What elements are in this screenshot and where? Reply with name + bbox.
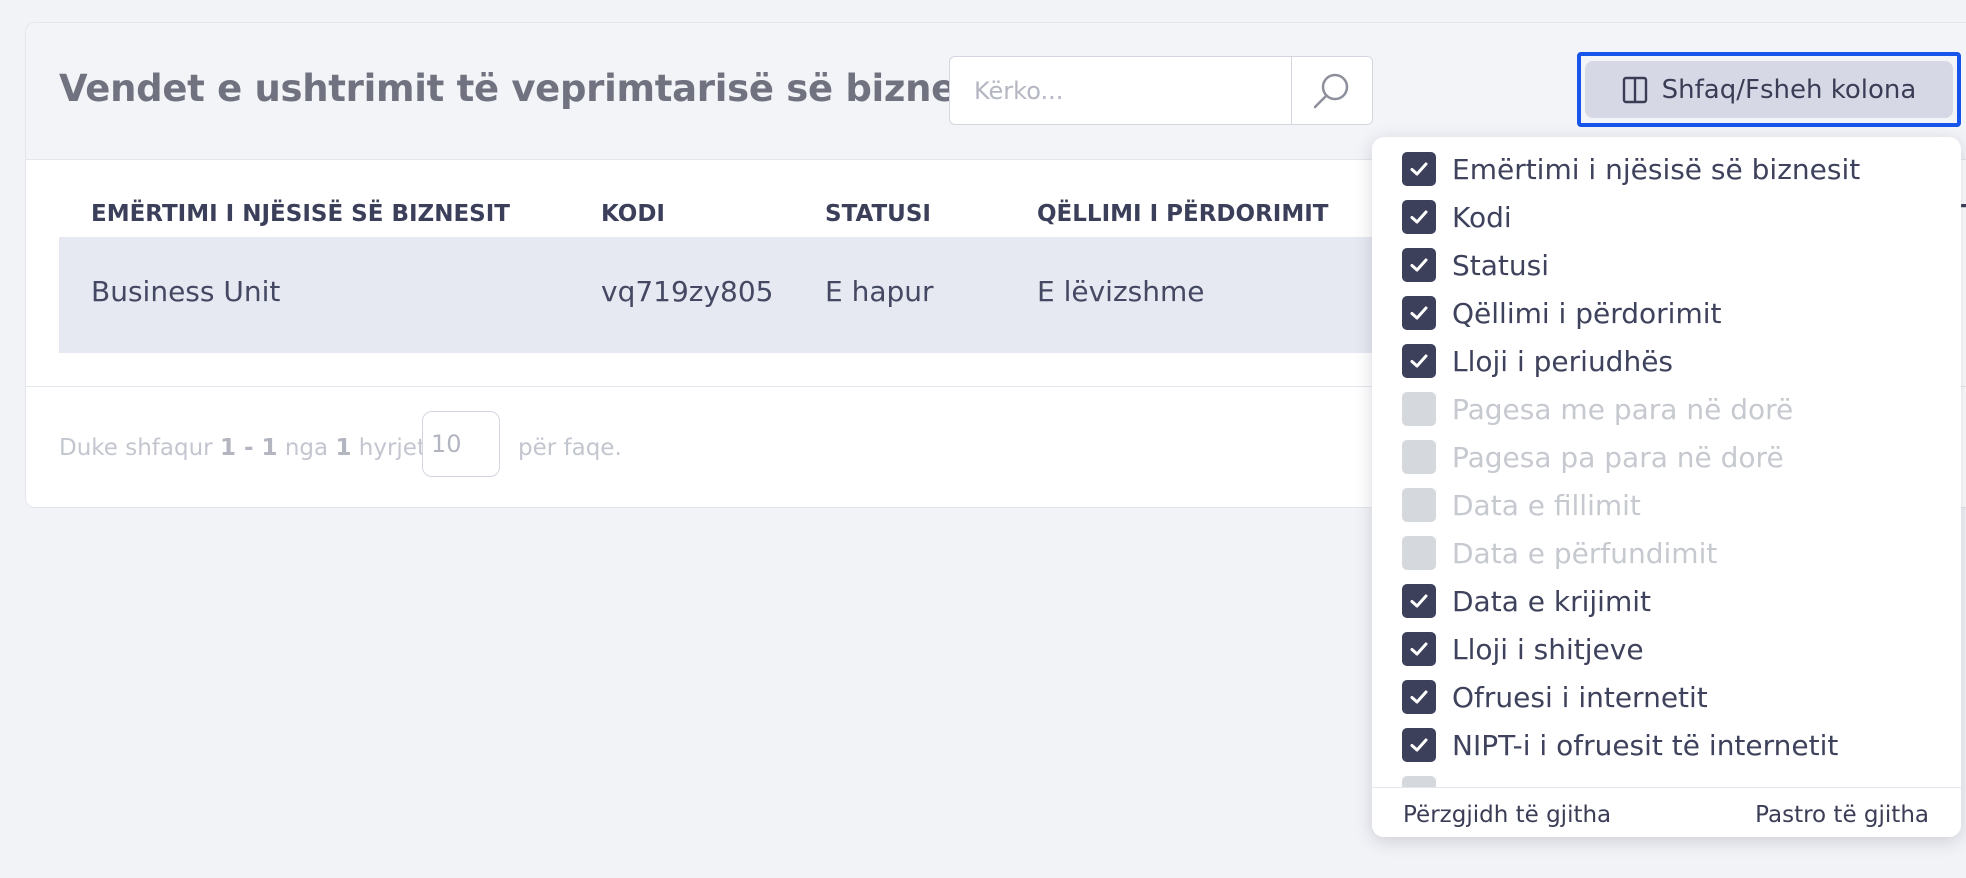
column-option-label: Emërtimi i njësisë së biznesit	[1452, 152, 1861, 186]
column-toggle-label: Shfaq/Fsheh kolona	[1661, 74, 1917, 105]
column-checkbox[interactable]	[1402, 440, 1436, 474]
column-option[interactable]: Lloji i periudhës	[1402, 337, 1673, 385]
column-checkbox[interactable]	[1402, 584, 1436, 618]
column-menu-footer: Përzgjidh të gjitha Pastro të gjitha	[1372, 787, 1961, 837]
columns-icon	[1622, 76, 1647, 103]
column-option-label: Data e krijimit	[1452, 584, 1651, 618]
search-box	[949, 56, 1373, 125]
column-toggle-button[interactable]: Shfaq/Fsheh kolona	[1585, 61, 1953, 118]
column-option-label: Ofruesi i internetit	[1452, 680, 1708, 714]
check-icon	[1410, 258, 1428, 272]
select-all-button[interactable]: Përzgjidh të gjitha	[1403, 802, 1611, 828]
check-icon	[1410, 354, 1428, 368]
column-checkbox[interactable]	[1402, 248, 1436, 282]
column-option[interactable]: Statusi	[1402, 241, 1549, 289]
column-toggle-focus-outline: Shfaq/Fsheh kolona	[1577, 52, 1961, 127]
search-input[interactable]	[950, 57, 1290, 124]
clear-all-button[interactable]: Pastro të gjitha	[1755, 802, 1929, 828]
column-checkbox[interactable]	[1402, 536, 1436, 570]
column-option-label: Lloji i shitjeve	[1452, 632, 1644, 666]
check-icon	[1410, 738, 1428, 752]
pagination-summary: Duke shfaqur 1 - 1 nga 1 hyrjet	[59, 435, 426, 461]
column-option-label: Lloji i periudhës	[1452, 344, 1674, 378]
column-list[interactable]: Emërtimi i njësisë së biznesit Kodi Status…	[1372, 137, 1961, 787]
column-checkbox[interactable]	[1402, 632, 1436, 666]
column-option-label: Statusi	[1452, 248, 1550, 282]
column-option[interactable]: Qëllimi i përdorimit	[1402, 289, 1722, 337]
cell-status: E hapur	[825, 275, 934, 308]
column-header-name[interactable]: EMËRTIMI I NJËSISË SË BIZNESIT	[91, 201, 510, 227]
column-option[interactable]: Data e përfundimit	[1402, 529, 1717, 577]
cell-name: Business Unit	[91, 275, 281, 308]
column-option[interactable]: Pagesa me para në dorë	[1402, 385, 1793, 433]
column-option[interactable]: Lloji i shitjeve	[1402, 625, 1644, 673]
check-icon	[1410, 594, 1428, 608]
column-option-label: Qëllimi i përdorimit	[1452, 296, 1722, 330]
column-header-purpose[interactable]: QËLLIMI I PËRDORIMIT	[1037, 201, 1328, 227]
column-option[interactable]: Data e krijimit	[1402, 577, 1651, 625]
column-option[interactable]: Data e fillimit	[1402, 481, 1641, 529]
column-checkbox[interactable]	[1402, 392, 1436, 426]
column-option-label: Kodi	[1452, 200, 1512, 234]
column-option-label: Data e përfundimit	[1452, 536, 1718, 570]
check-icon	[1410, 642, 1428, 656]
per-page-label: për faqe.	[518, 435, 622, 461]
column-checkbox[interactable]	[1402, 680, 1436, 714]
column-header-status[interactable]: STATUSI	[825, 201, 931, 227]
search-button[interactable]	[1291, 57, 1372, 124]
column-option[interactable]	[1402, 769, 1452, 787]
check-icon	[1410, 162, 1428, 176]
column-option[interactable]: Ofruesi i internetit	[1402, 673, 1708, 721]
column-checkbox[interactable]	[1402, 776, 1436, 787]
column-option-label: Data e fillimit	[1452, 488, 1641, 522]
cell-code: vq719zy805	[601, 275, 774, 308]
cell-purpose: E lëvizshme	[1037, 275, 1205, 308]
column-checkbox[interactable]	[1402, 728, 1436, 762]
per-page-select[interactable]	[422, 411, 500, 477]
column-checkbox[interactable]	[1402, 152, 1436, 186]
column-checkbox[interactable]	[1402, 296, 1436, 330]
check-icon	[1410, 306, 1428, 320]
check-icon	[1410, 690, 1428, 704]
column-header-code[interactable]: KODI	[601, 201, 665, 227]
column-checkbox[interactable]	[1402, 344, 1436, 378]
column-option-label: Pagesa me para në dorë	[1452, 392, 1794, 426]
column-option[interactable]: Kodi	[1402, 193, 1512, 241]
column-visibility-menu: Emërtimi i njësisë së biznesit Kodi Status…	[1372, 137, 1961, 837]
column-option[interactable]: NIPT-i i ofruesit të internetit	[1402, 721, 1838, 769]
column-option[interactable]: Pagesa pa para në dorë	[1402, 433, 1784, 481]
column-option-label: Pagesa pa para në dorë	[1452, 440, 1784, 474]
column-option-label: NIPT-i i ofruesit të internetit	[1452, 728, 1839, 762]
check-icon	[1410, 210, 1428, 224]
column-checkbox[interactable]	[1402, 488, 1436, 522]
column-checkbox[interactable]	[1402, 200, 1436, 234]
search-icon	[1313, 73, 1349, 108]
page-title: Vendet e ushtrimit të veprimtarisë së bi…	[59, 67, 1008, 110]
column-header-period-type[interactable]: T	[1961, 201, 1966, 227]
column-option[interactable]: Emërtimi i njësisë së biznesit	[1402, 145, 1860, 193]
